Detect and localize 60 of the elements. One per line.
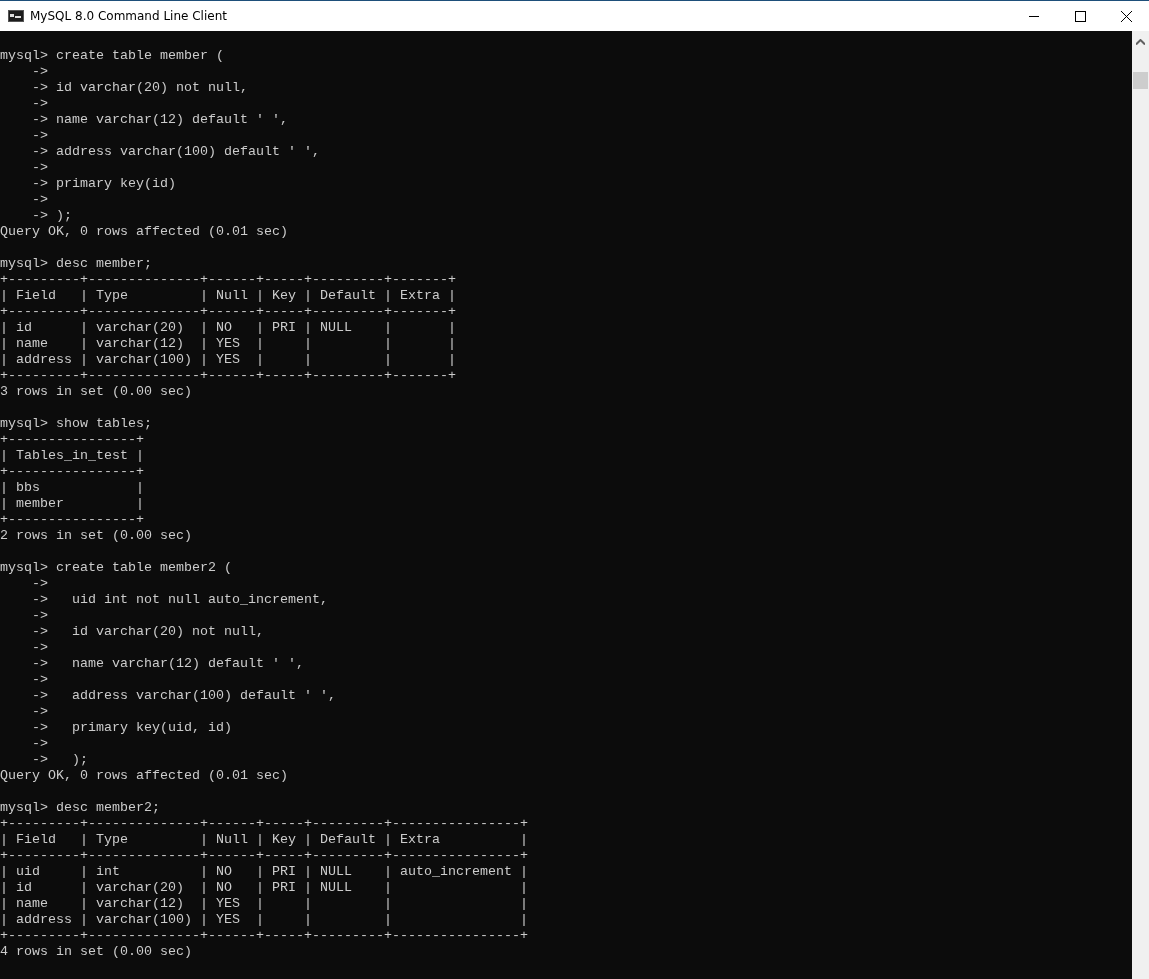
console-line: -> primary key(uid, id) <box>31 720 232 736</box>
console-line: -> uid int not null auto_increment, <box>31 592 328 608</box>
console-line: +---------+--------------+------+-----+---------+-------+ <box>0 368 456 384</box>
console-line: -> <box>31 576 48 592</box>
console-line: | name | varchar(12) | YES | | | | <box>0 896 528 912</box>
console-line: 2 rows in set (0.00 sec) <box>0 528 192 544</box>
console-line: 3 rows in set (0.00 sec) <box>0 384 192 400</box>
console-line: +---------+--------------+------+-----+---------+-------+ <box>0 272 456 288</box>
console-line: -> <box>31 96 48 112</box>
console-icon <box>8 10 24 22</box>
console-line: -> primary key(id) <box>31 176 176 192</box>
console-line: | name | varchar(12) | YES | | | | <box>0 336 456 352</box>
console-line: | Field | Type | Null | Key | Default | Extra | <box>0 288 456 304</box>
console-line: | bbs | <box>0 480 144 496</box>
console-line: -> address varchar(100) default ' ', <box>31 688 336 704</box>
console-line: -> <box>31 128 48 144</box>
console-line: -> address varchar(100) default ' ', <box>31 144 320 160</box>
console-line: +---------+--------------+------+-----+---------+-------+ <box>0 304 456 320</box>
console-line: | uid | int | NO | PRI | NULL | auto_increment | <box>0 864 528 880</box>
console-line: +----------------+ <box>0 432 144 448</box>
console-line: mysql> desc member2; <box>0 800 160 816</box>
console-line: mysql> show tables; <box>0 416 152 432</box>
console-line: mysql> desc member; <box>0 256 152 272</box>
console-line: Query OK, 0 rows affected (0.01 sec) <box>0 768 288 784</box>
console-line: -> id varchar(20) not null, <box>31 80 248 96</box>
console-line: -> <box>31 640 48 656</box>
console-line: | Tables_in_test | <box>0 448 144 464</box>
console-line: +----------------+ <box>0 512 144 528</box>
scrollbar[interactable] <box>1132 31 1149 979</box>
console-line: +---------+--------------+------+-----+---------+----------------+ <box>0 816 528 832</box>
console-line: Query OK, 0 rows affected (0.01 sec) <box>0 224 288 240</box>
console-line: -> <box>31 64 48 80</box>
console-line: mysql> create table member2 ( <box>0 560 232 576</box>
console-line: -> <box>31 736 48 752</box>
console-line: -> ); <box>31 208 72 224</box>
console-line: +----------------+ <box>0 464 144 480</box>
console-line: | address | varchar(100) | YES | | | | <box>0 352 456 368</box>
console-line: | address | varchar(100) | YES | | | | <box>0 912 528 928</box>
scrollbar-thumb[interactable] <box>1133 72 1148 89</box>
console-line: mysql> create table member ( <box>0 48 224 64</box>
window-title: MySQL 8.0 Command Line Client <box>30 9 227 23</box>
console-line: 4 rows in set (0.00 sec) <box>0 944 192 960</box>
console-line: | Field | Type | Null | Key | Default | Extra | <box>0 832 528 848</box>
console-line: -> <box>31 672 48 688</box>
console-line: -> name varchar(12) default ' ', <box>31 656 304 672</box>
maximize-icon <box>1074 10 1086 22</box>
console-line: -> ); <box>31 752 88 768</box>
console-line: | id | varchar(20) | NO | PRI | NULL | | <box>0 880 528 896</box>
console-line: -> <box>31 704 48 720</box>
console-line: | member | <box>0 496 144 512</box>
console-line: -> <box>31 160 48 176</box>
console-line: -> name varchar(12) default ' ', <box>31 112 288 128</box>
console-line: +---------+--------------+------+-----+---------+----------------+ <box>0 928 528 944</box>
console-line: -> <box>31 608 48 624</box>
close-icon <box>1120 10 1132 22</box>
console-line: -> <box>31 192 48 208</box>
console-line: -> id varchar(20) not null, <box>31 624 264 640</box>
console-line: +---------+--------------+------+-----+---------+----------------+ <box>0 848 528 864</box>
scroll-up-icon[interactable] <box>1136 39 1145 45</box>
console-line: | id | varchar(20) | NO | PRI | NULL | | <box>0 320 456 336</box>
